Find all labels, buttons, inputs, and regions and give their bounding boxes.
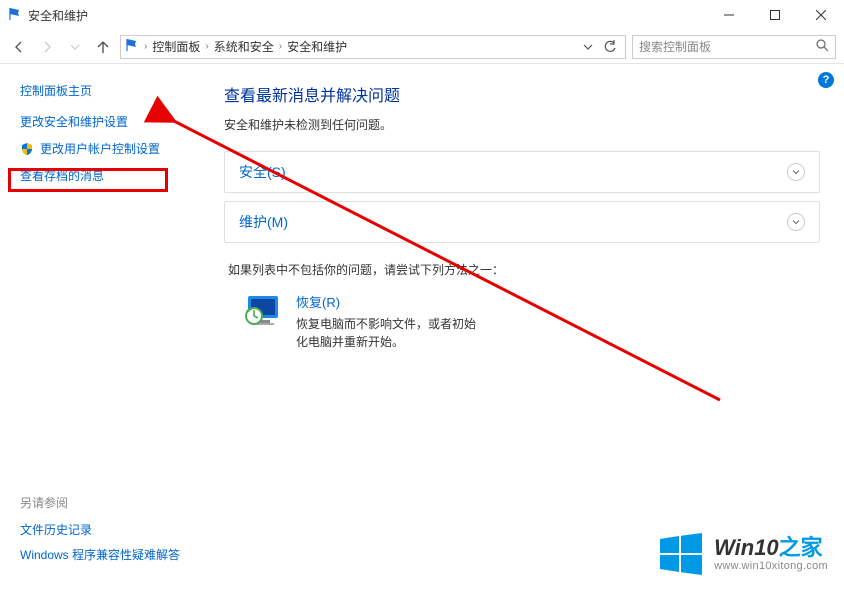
chevron-down-icon [787,213,805,231]
page-subtitle: 安全和维护未检测到任何问题。 [224,116,820,133]
section-title: 维护(M) [239,212,288,232]
body: 控制面板主页 更改安全和维护设置 更改用户帐户控制设置 查看存档的消息 另请参阅… [0,64,844,591]
forward-button[interactable] [36,36,58,58]
see-also-item[interactable]: Windows 程序兼容性疑难解答 [20,546,180,563]
main-content: 查看最新消息并解决问题 安全和维护未检测到任何问题。 安全(S) 维护(M) 如… [200,64,844,591]
title-bar: 安全和维护 [0,0,844,30]
flag-icon [8,7,22,24]
see-also-section: 另请参阅 文件历史记录 Windows 程序兼容性疑难解答 [20,494,180,571]
watermark-brand: Win10之家 [714,536,828,560]
search-box[interactable] [632,35,836,59]
up-button[interactable] [92,36,114,58]
recovery-desc: 恢复电脑而不影响文件，或者初始化电脑并重新开始。 [296,315,482,351]
sidebar-item-label: 更改用户帐户控制设置 [40,140,160,157]
refresh-button[interactable] [599,36,621,58]
recovery-icon [242,292,282,332]
back-button[interactable] [8,36,30,58]
breadcrumb-item[interactable]: 系统和安全 [210,36,278,58]
flag-icon [125,38,139,55]
search-icon [816,39,829,55]
control-panel-home-link[interactable]: 控制面板主页 [20,82,188,99]
windows-logo-icon [658,531,704,577]
window-buttons [706,0,844,30]
see-also-label: 文件历史记录 [20,521,92,538]
sidebar: 控制面板主页 更改安全和维护设置 更改用户帐户控制设置 查看存档的消息 另请参阅… [0,64,200,591]
shield-icon [20,142,34,156]
see-also-label: Windows 程序兼容性疑难解答 [20,546,180,563]
section-title: 安全(S) [239,162,286,182]
address-dropdown[interactable] [577,36,599,58]
search-input[interactable] [639,40,816,54]
maintenance-section[interactable]: 维护(M) [224,201,820,243]
recovery-block[interactable]: 恢复(R) 恢复电脑而不影响文件，或者初始化电脑并重新开始。 [242,292,482,351]
try-methods-text: 如果列表中不包括你的问题，请尝试下列方法之一： [228,261,820,278]
sidebar-item-label: 更改安全和维护设置 [20,113,128,130]
address-bar[interactable]: › 控制面板 › 系统和安全 › 安全和维护 [120,35,626,59]
annotation-highlight-box [8,168,168,192]
see-also-header: 另请参阅 [20,494,180,511]
watermark: Win10之家 www.win10xitong.com [658,531,828,577]
chevron-down-icon [787,163,805,181]
sidebar-item-change-security-settings[interactable]: 更改安全和维护设置 [20,113,188,130]
breadcrumb-item[interactable]: 控制面板 [148,36,204,58]
security-section[interactable]: 安全(S) [224,151,820,193]
maximize-button[interactable] [752,0,798,30]
sidebar-item-change-uac[interactable]: 更改用户帐户控制设置 [20,140,188,157]
address-bar-row: › 控制面板 › 系统和安全 › 安全和维护 [0,30,844,64]
watermark-url: www.win10xitong.com [714,560,828,572]
minimize-button[interactable] [706,0,752,30]
recent-dropdown[interactable] [64,36,86,58]
page-heading: 查看最新消息并解决问题 [224,82,820,106]
recovery-title: 恢复(R) [296,292,482,311]
window-title: 安全和维护 [28,7,88,24]
see-also-item[interactable]: 文件历史记录 [20,521,180,538]
breadcrumb-item[interactable]: 安全和维护 [283,36,351,58]
close-button[interactable] [798,0,844,30]
